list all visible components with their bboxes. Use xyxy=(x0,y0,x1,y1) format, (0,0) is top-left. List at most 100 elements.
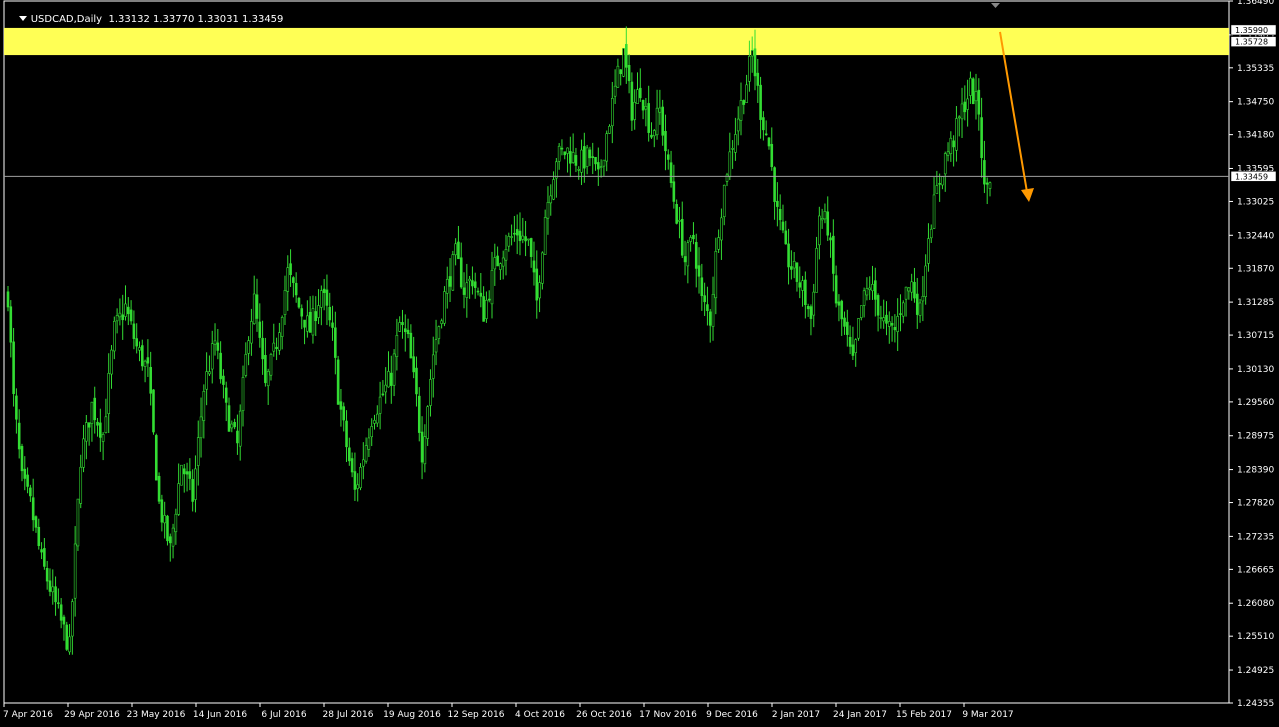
candle-body xyxy=(440,320,443,324)
candle-body xyxy=(196,437,200,466)
candle-body xyxy=(666,154,670,160)
y-axis-tick-label: 1.34180 xyxy=(1237,131,1274,141)
candle-body xyxy=(717,237,720,250)
ohlc-readout: 1.33132 1.33770 1.33031 1.33459 xyxy=(108,14,284,25)
candle-body xyxy=(54,586,57,603)
candle-body xyxy=(29,487,32,497)
candle-body xyxy=(722,184,726,218)
candle-body xyxy=(913,281,916,299)
candle-body xyxy=(762,117,765,131)
candle-body xyxy=(535,268,539,301)
candle-body xyxy=(910,281,913,293)
candle-body xyxy=(45,568,49,582)
candle-body xyxy=(652,130,656,137)
candle-body xyxy=(101,434,105,442)
candle-body xyxy=(85,422,88,442)
candle-body xyxy=(216,342,220,351)
candle-body xyxy=(426,406,429,439)
candle-body xyxy=(792,260,796,269)
candle-body xyxy=(700,277,704,297)
candle-body xyxy=(322,288,326,293)
candle-body xyxy=(171,527,175,547)
x-axis-tick-label: 17 Nov 2016 xyxy=(639,710,697,720)
candle-body xyxy=(580,149,583,173)
plot-frame xyxy=(3,0,1230,704)
candle-body xyxy=(980,117,983,158)
candle-body xyxy=(921,295,925,302)
candle-body xyxy=(6,291,10,308)
candle-body xyxy=(524,236,527,242)
candle-body xyxy=(37,526,41,546)
candle-body xyxy=(266,371,270,387)
candle-body xyxy=(152,389,155,433)
candle-body xyxy=(146,357,150,364)
candle-body xyxy=(219,352,222,380)
candle-body xyxy=(261,337,264,360)
candle-body xyxy=(664,130,667,152)
price-chart[interactable]: 1.364901.359051.353351.347501.341801.335… xyxy=(0,0,1279,723)
candle-body xyxy=(289,263,292,276)
candle-body xyxy=(233,422,236,428)
candle-body xyxy=(208,371,211,375)
candle-body xyxy=(949,137,953,155)
y-axis-tick-label: 1.31285 xyxy=(1237,298,1274,308)
candle-body xyxy=(873,280,877,300)
candle-body xyxy=(328,306,332,321)
candle-body xyxy=(974,91,978,102)
candle-body xyxy=(493,257,497,270)
candle-body xyxy=(300,308,304,317)
candle-body xyxy=(339,401,343,410)
candle-body xyxy=(854,339,858,354)
candle-body xyxy=(703,295,706,303)
candle-body xyxy=(683,256,687,263)
zone-high-price-label: 1.35990 xyxy=(1235,26,1268,35)
candle-body xyxy=(82,438,85,468)
candle-body xyxy=(795,262,799,282)
candle-body xyxy=(395,335,399,357)
candle-body xyxy=(468,278,471,282)
candle-body xyxy=(932,194,936,229)
candle-body xyxy=(728,151,732,178)
candle-body xyxy=(823,210,827,220)
candle-body xyxy=(644,106,648,110)
candle-body xyxy=(188,471,192,479)
candle-body xyxy=(543,217,547,255)
y-axis-tick-label: 1.24355 xyxy=(1237,699,1274,709)
x-axis-tick-label: 26 Oct 2016 xyxy=(576,710,632,720)
candle-body xyxy=(574,155,578,166)
candle-body xyxy=(790,266,793,270)
candle-body xyxy=(963,101,967,113)
candle-body xyxy=(549,195,553,204)
chart-menu-triangle-icon[interactable] xyxy=(18,16,27,21)
candle-body xyxy=(504,249,508,261)
candle-body xyxy=(499,263,502,270)
candle-body xyxy=(879,317,883,319)
candle-body xyxy=(893,326,897,331)
candle-body xyxy=(443,291,446,324)
candle-body xyxy=(857,318,860,339)
candle-body xyxy=(174,513,178,533)
candle-body xyxy=(292,277,295,283)
candle-body xyxy=(314,311,318,322)
candle-body xyxy=(818,215,821,246)
candle-body xyxy=(725,174,729,182)
candle-body xyxy=(90,401,94,424)
candle-body xyxy=(798,282,802,288)
candle-body xyxy=(946,151,950,156)
x-axis-tick-label: 9 Mar 2017 xyxy=(962,710,1013,720)
candle-body xyxy=(423,436,427,465)
candle-body xyxy=(748,56,751,82)
candle-body xyxy=(706,304,709,312)
candle-body xyxy=(118,312,122,318)
candle-body xyxy=(264,355,267,384)
x-axis-tick-label: 2 Jan 2017 xyxy=(772,710,820,720)
candle-body xyxy=(641,99,645,111)
y-axis-tick-label: 1.25510 xyxy=(1237,632,1274,642)
candle-body xyxy=(244,354,248,376)
candle-body xyxy=(87,422,91,428)
candle-body xyxy=(272,342,276,352)
candle-body xyxy=(370,426,374,438)
chart-root[interactable]: 1.36490 1.35905 1.35335 1.34750 1.34180 1.335… xyxy=(0,0,1279,723)
candle-body xyxy=(555,161,558,179)
candle-body xyxy=(412,356,415,373)
